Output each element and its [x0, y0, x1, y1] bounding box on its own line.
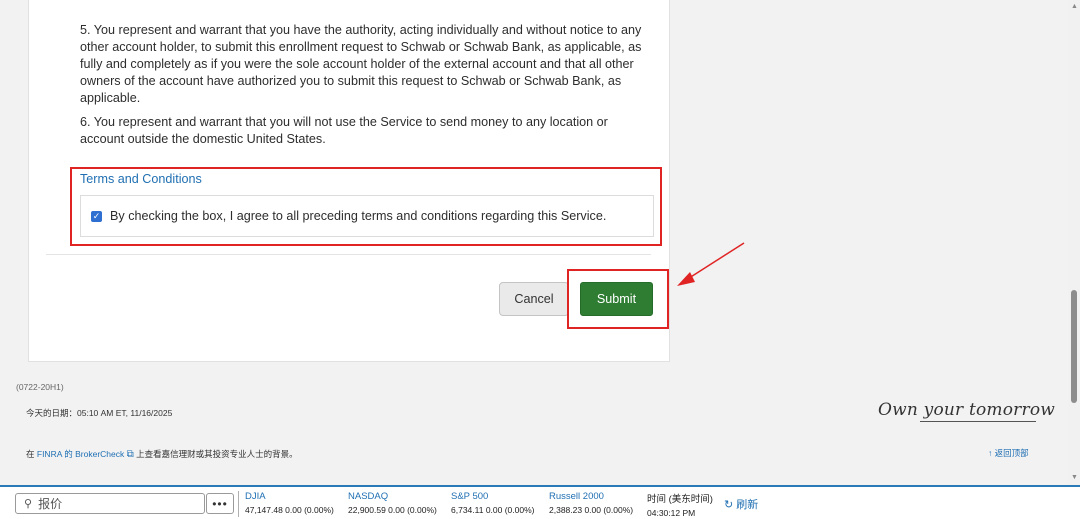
page-code: (0722-20H1): [16, 382, 64, 392]
page-scrollbar[interactable]: [1068, 0, 1080, 485]
terms-paragraph-5: 5. You represent and warrant that you ha…: [80, 23, 642, 105]
more-options-button[interactable]: •••: [206, 493, 234, 514]
index-nasdaq[interactable]: NASDAQ 22,900.59 0.00 (0.00%): [348, 491, 437, 515]
brokercheck-link[interactable]: FINRA 的 BrokerCheck: [37, 449, 124, 459]
finra-notice: 在 FINRA 的 BrokerCheck ⧉ 上查看嘉信理财或其投资专业人士的…: [26, 448, 298, 460]
index-djia[interactable]: DJIA 47,147.48 0.00 (0.00%): [245, 491, 334, 515]
index-value: 6,734.11 0.00 (0.00%): [451, 505, 535, 515]
quote-search-placeholder: 报价: [38, 497, 63, 511]
external-link-icon[interactable]: ⧉: [127, 449, 134, 460]
index-name: NASDAQ: [348, 491, 389, 502]
time-value: 04:30:12 PM: [647, 508, 696, 518]
quote-search-input[interactable]: ⚲ 报价: [15, 493, 205, 514]
terms-paragraph-6: 6. You represent and warrant that you wi…: [80, 115, 608, 146]
ticker-separator: [238, 491, 239, 517]
index-name: S&P 500: [451, 491, 489, 502]
tagline-underline: [920, 421, 1036, 422]
back-to-top-label: 返回顶部: [994, 448, 1029, 458]
divider: [46, 254, 651, 255]
finra-prefix: 在: [26, 449, 37, 459]
index-sp500[interactable]: S&P 500 6,734.11 0.00 (0.00%): [451, 491, 535, 515]
time-label: 时间 (美东时间): [647, 494, 713, 505]
submit-button[interactable]: Submit: [580, 282, 653, 316]
search-icon: ⚲: [24, 498, 33, 510]
scroll-thumb[interactable]: [1071, 290, 1077, 403]
refresh-icon: ↻: [724, 499, 734, 511]
agree-checkbox[interactable]: ✓: [91, 210, 102, 222]
index-russell2000[interactable]: Russell 2000 2,388.23 0.00 (0.00%): [549, 491, 633, 515]
index-name: DJIA: [245, 491, 266, 502]
brand-tagline: Own your tomorrow: [878, 400, 1056, 420]
refresh-label: 刷新: [736, 499, 759, 511]
scroll-up-icon[interactable]: ▲: [1071, 3, 1078, 10]
index-value: 22,900.59 0.00 (0.00%): [348, 505, 437, 515]
scroll-down-icon[interactable]: ▼: [1071, 474, 1078, 481]
terms-title: Terms and Conditions: [80, 172, 202, 186]
arrow-up-icon: ↑: [988, 448, 993, 458]
agree-label: By checking the box, I agree to all prec…: [110, 209, 607, 223]
market-ticker-bar: ⚲ 报价 ••• DJIA 47,147.48 0.00 (0.00%) NAS…: [0, 485, 1080, 519]
refresh-button[interactable]: ↻ 刷新: [724, 496, 758, 512]
index-value: 47,147.48 0.00 (0.00%): [245, 505, 334, 515]
index-name: Russell 2000: [549, 491, 604, 502]
back-to-top-link[interactable]: ↑ 返回顶部: [988, 447, 1029, 459]
current-date: 今天的日期：05:10 AM ET, 11/16/2025: [26, 408, 173, 418]
market-time: 时间 (美东时间) 04:30:12 PM: [647, 491, 713, 518]
terms-card: 5. You represent and warrant that you ha…: [28, 0, 670, 362]
cancel-button[interactable]: Cancel: [499, 282, 569, 316]
agree-row[interactable]: ✓ By checking the box, I agree to all pr…: [80, 195, 654, 237]
finra-suffix: 上查看嘉信理财或其投资专业人士的背景。: [133, 449, 298, 459]
index-value: 2,388.23 0.00 (0.00%): [549, 505, 634, 515]
